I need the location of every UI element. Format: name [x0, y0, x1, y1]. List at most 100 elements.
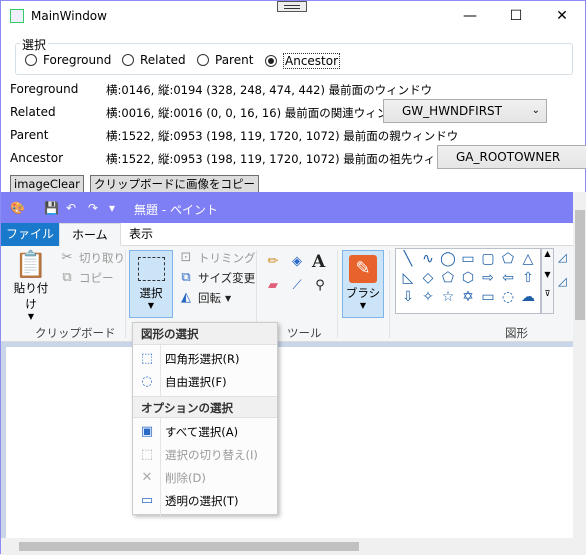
brush-button[interactable]: ✎ ブラシ ▼ — [342, 250, 384, 318]
line-shape-icon[interactable]: ╲ — [398, 251, 418, 270]
radio-label: Ancestor — [283, 53, 341, 69]
drawing-canvas[interactable] — [6, 347, 573, 538]
magnifier-icon[interactable]: ⚲ — [312, 278, 328, 294]
radio-circle[interactable] — [197, 54, 209, 66]
brush-icon: ✎ — [349, 255, 377, 283]
oval-shape-icon[interactable]: ◯ — [438, 251, 458, 270]
outline-icon[interactable]: ◿ — [558, 250, 567, 264]
selection-rect-icon — [138, 257, 165, 281]
text-icon[interactable]: A — [312, 252, 325, 272]
rounded-rect-shape-icon[interactable]: ▢ — [478, 251, 498, 270]
menu-item-delete[interactable]: ✕ 削除(D) — [133, 467, 277, 489]
horizontal-scroll-thumb[interactable] — [19, 542, 359, 551]
row-value-ancestor: 横:1522, 縦:0953 (198, 119, 1720, 1072) 最前… — [106, 152, 470, 166]
scissors-icon: ✂ — [61, 250, 73, 265]
hexagon-shape-icon[interactable]: ⬡ — [458, 270, 478, 289]
tab-view[interactable]: 表示 — [117, 223, 165, 246]
copy-label: コピー — [79, 271, 114, 285]
polygon-shape-icon[interactable]: ⬠ — [498, 251, 518, 270]
fill-icon[interactable]: ◈ — [289, 254, 305, 270]
redo-icon[interactable]: ↷ — [88, 201, 98, 215]
ancestor-combobox[interactable]: GA_ROOTOWNER — [437, 145, 586, 169]
rect-shape-icon[interactable]: ▭ — [458, 251, 478, 270]
menu-item-invert-select[interactable]: ⬚ 選択の切り替え(I) — [133, 444, 277, 466]
radio-ancestor[interactable]: Ancestor — [265, 53, 341, 69]
menu-header-shape-select: 図形の選択 — [133, 323, 277, 345]
menu-item-rect-select[interactable]: ⬚ 四角形選択(R) — [133, 348, 277, 370]
invert-select-icon: ⬚ — [140, 447, 154, 462]
radio-foreground[interactable]: Foreground — [25, 53, 111, 67]
paint-window: 🎨 💾 ↶ ↷ ▾ 無題 - ペイント ファイル ホーム 表示 📋 貼り付け ▼… — [1, 192, 586, 555]
close-button[interactable]: ✕ — [539, 1, 585, 31]
paste-button[interactable]: 📋 貼り付け ▼ — [9, 250, 53, 321]
fill-shape-icon[interactable]: ◿ — [558, 274, 567, 288]
arrow-up-shape-icon[interactable]: ⇧ — [518, 270, 538, 289]
save-icon[interactable]: 💾 — [44, 201, 59, 215]
radio-related[interactable]: Related — [122, 53, 186, 67]
cut-button[interactable]: ✂ 切り取り — [59, 250, 125, 266]
chevron-up-icon[interactable]: ▲ — [542, 249, 553, 258]
undo-icon[interactable]: ↶ — [66, 201, 76, 215]
selection-dropdown-menu: 図形の選択 ⬚ 四角形選択(R) ◌ 自由選択(F) オプションの選択 ▣ すべて選択… — [132, 322, 278, 516]
chevron-down-icon[interactable]: ▼ — [542, 270, 553, 279]
menu-item-select-all[interactable]: ▣ すべて選択(A) — [133, 421, 277, 443]
star4-shape-icon[interactable]: ✧ — [418, 289, 438, 308]
radio-parent[interactable]: Parent — [197, 53, 253, 67]
select-label: 選択 — [139, 286, 163, 300]
drag-grip-icon[interactable] — [277, 1, 307, 12]
right-triangle-shape-icon[interactable]: ◺ — [398, 270, 418, 289]
radio-circle[interactable] — [122, 54, 134, 66]
radio-label: Related — [140, 53, 186, 67]
rect-select-icon: ⬚ — [140, 351, 154, 366]
expand-icon[interactable]: ⊽ — [542, 289, 553, 298]
ribbon-tabs: ファイル ホーム 表示 — [1, 223, 586, 246]
curve-shape-icon[interactable]: ∿ — [418, 251, 438, 270]
pencil-icon[interactable]: ✏ — [265, 254, 281, 270]
canvas-area — [1, 342, 573, 538]
callout-cloud-shape-icon[interactable]: ☁ — [518, 289, 538, 308]
paste-label: 貼り付け — [13, 281, 49, 311]
star5-shape-icon[interactable]: ☆ — [438, 289, 458, 308]
radio-circle[interactable] — [25, 54, 37, 66]
menu-item-transparent-select[interactable]: ▭ 透明の選択(T) — [133, 490, 277, 512]
separator — [389, 250, 390, 338]
customize-qat-icon[interactable]: ▾ — [109, 201, 115, 215]
maximize-button[interactable]: ☐ — [493, 1, 539, 31]
row-value-related: 横:0016, 縦:0016 (0, 0, 16, 16) 最前面の関連ウィンド… — [106, 106, 412, 120]
callout-rect-shape-icon[interactable]: ▭ — [478, 289, 498, 308]
resize-label: サイズ変更 — [198, 271, 256, 285]
star6-shape-icon[interactable]: ✡ — [458, 289, 478, 308]
cut-label: 切り取り — [79, 251, 125, 265]
minimize-button[interactable]: — — [447, 1, 493, 31]
shapes-scroll[interactable]: ▲ ▼ ⊽ — [541, 248, 554, 314]
copy-button[interactable]: ⧉ コピー — [59, 270, 114, 286]
resize-button[interactable]: ⧉ サイズ変更 — [178, 270, 255, 286]
free-select-icon: ◌ — [141, 374, 153, 389]
callout-oval-shape-icon[interactable]: ◌ — [498, 289, 518, 308]
tab-file[interactable]: ファイル — [1, 223, 59, 246]
triangle-shape-icon[interactable]: △ — [518, 251, 538, 270]
shapes-gallery[interactable]: ╲ ∿ ◯ ▭ ▢ ⬠ △ ◺ ◇ ⬠ ⬡ ⇨ ⇦ ⇧ ⇩ ✧ ☆ ✡ ▭ ◌ — [395, 248, 541, 314]
crop-button[interactable]: ⊡ トリミング — [178, 250, 256, 266]
radio-circle[interactable] — [265, 55, 277, 67]
resize-icon: ⧉ — [181, 270, 191, 285]
menu-item-free-select[interactable]: ◌ 自由選択(F) — [133, 371, 277, 393]
rotate-button[interactable]: ◭ 回転 ▼ — [178, 290, 231, 306]
color-picker-icon[interactable]: ⟋ — [289, 278, 305, 294]
row-label-related: Related — [10, 105, 56, 119]
select-button[interactable]: 選択 ▼ — [129, 250, 173, 318]
app-icon — [10, 9, 24, 23]
main-window: MainWindow — ☐ ✕ 選択 Foreground Related P… — [0, 0, 586, 555]
pentagon-shape-icon[interactable]: ⬠ — [438, 270, 458, 289]
arrow-left-shape-icon[interactable]: ⇦ — [498, 270, 518, 289]
eraser-icon[interactable]: ▰ — [265, 278, 281, 294]
paint-app-icon: 🎨 — [10, 201, 25, 215]
brush-label: ブラシ — [345, 286, 381, 300]
tab-home[interactable]: ホーム — [59, 223, 121, 246]
arrow-down-shape-icon[interactable]: ⇩ — [398, 289, 418, 308]
radio-label: Foreground — [43, 53, 112, 67]
diamond-shape-icon[interactable]: ◇ — [418, 270, 438, 289]
arrow-right-shape-icon[interactable]: ⇨ — [478, 270, 498, 289]
related-combobox[interactable]: GW_HWNDFIRST ⌄ — [383, 99, 547, 123]
vertical-scroll-thumb[interactable] — [575, 210, 585, 320]
